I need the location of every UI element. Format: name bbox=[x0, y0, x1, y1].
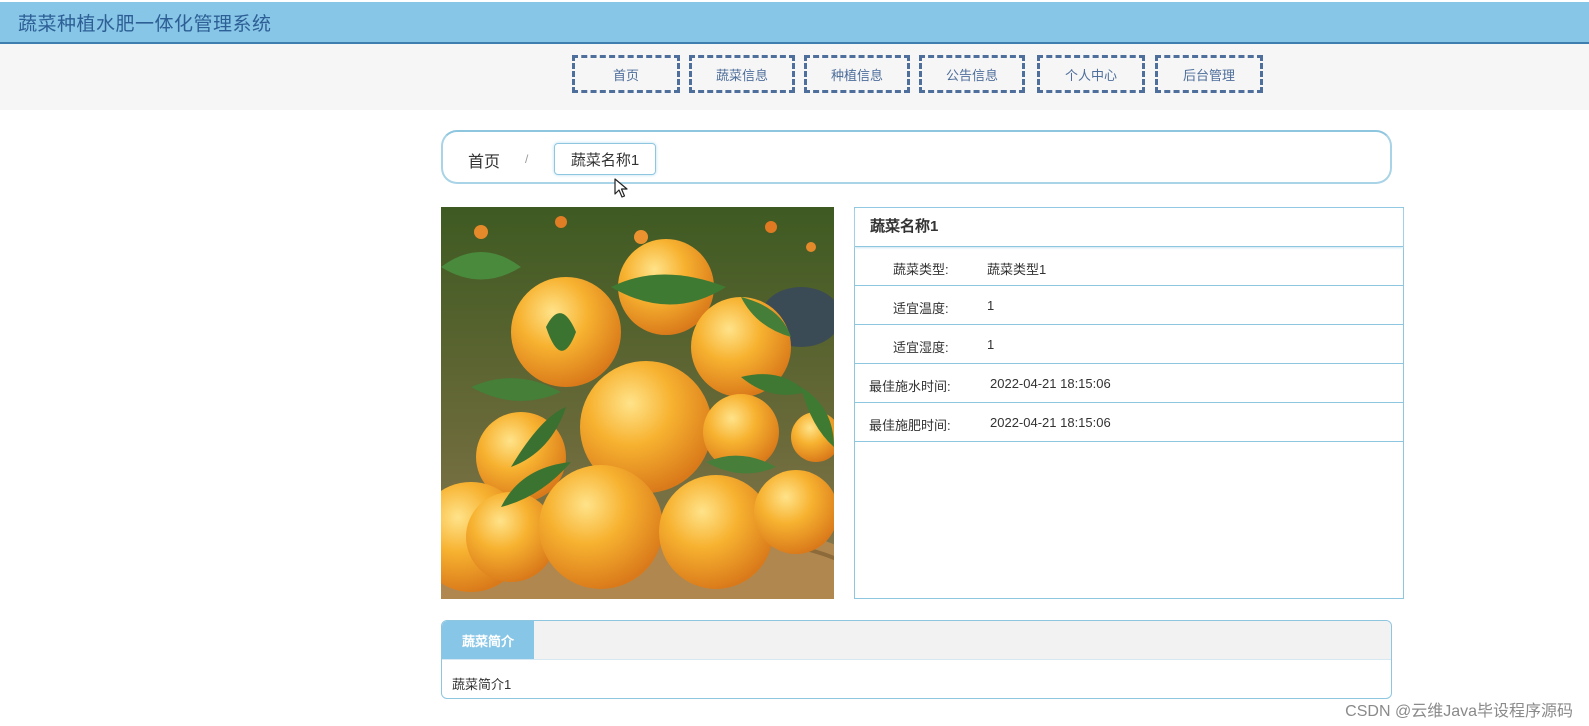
nav-item-personal-center[interactable]: 个人中心 bbox=[1037, 55, 1145, 93]
detail-row-fertilizing-time: 最佳施肥时间: 2022-04-21 18:15:06 bbox=[855, 403, 1403, 442]
detail-row-humidity: 适宜湿度: 1 bbox=[855, 325, 1403, 364]
detail-value: 2022-04-21 18:15:06 bbox=[990, 415, 1111, 430]
detail-value: 蔬菜类型1 bbox=[987, 262, 1047, 277]
app-title: 蔬菜种植水肥一体化管理系统 bbox=[18, 14, 272, 35]
tab-intro[interactable]: 蔬菜简介 bbox=[442, 621, 534, 659]
nav-item-admin[interactable]: 后台管理 bbox=[1155, 55, 1263, 93]
intro-content: 蔬菜简介1 bbox=[452, 677, 512, 692]
detail-value: 1 bbox=[987, 337, 995, 352]
breadcrumb: 首页 / 蔬菜名称1 bbox=[441, 130, 1392, 184]
nav-item-planting-info[interactable]: 种植信息 bbox=[804, 55, 910, 93]
detail-label: 适宜温度: bbox=[893, 301, 949, 316]
detail-panel: 蔬菜名称1 蔬菜类型: 蔬菜类型1 适宜温度: 1 适宜湿度: 1 最佳施水时间… bbox=[854, 207, 1404, 599]
detail-label: 蔬菜类型: bbox=[893, 262, 949, 277]
oranges-photo bbox=[441, 207, 834, 599]
detail-row-temperature: 适宜温度: 1 bbox=[855, 286, 1403, 325]
detail-value: 1 bbox=[987, 298, 995, 313]
nav-item-vegetable-info[interactable]: 蔬菜信息 bbox=[689, 55, 795, 93]
intro-tabbar: 蔬菜简介 bbox=[442, 621, 1391, 660]
detail-label: 适宜湿度: bbox=[893, 340, 949, 355]
nav-item-home[interactable]: 首页 bbox=[572, 55, 680, 93]
detail-title: 蔬菜名称1 bbox=[855, 208, 1403, 247]
breadcrumb-home-link[interactable]: 首页 bbox=[468, 148, 500, 172]
detail-label: 最佳施肥时间: bbox=[869, 418, 951, 433]
breadcrumb-current: 蔬菜名称1 bbox=[554, 143, 656, 175]
intro-panel: 蔬菜简介 蔬菜简介1 bbox=[441, 620, 1392, 699]
detail-row-watering-time: 最佳施水时间: 2022-04-21 18:15:06 bbox=[855, 364, 1403, 403]
detail-value: 2022-04-21 18:15:06 bbox=[990, 376, 1111, 391]
nav-item-announcements[interactable]: 公告信息 bbox=[919, 55, 1025, 93]
top-nav: 首页 蔬菜信息 种植信息 公告信息 个人中心 后台管理 bbox=[0, 44, 1589, 110]
breadcrumb-separator: / bbox=[525, 152, 529, 166]
detail-row-type: 蔬菜类型: 蔬菜类型1 bbox=[855, 247, 1403, 286]
app-header: 蔬菜种植水肥一体化管理系统 bbox=[0, 2, 1589, 44]
detail-label: 最佳施水时间: bbox=[869, 379, 951, 394]
mouse-pointer-icon bbox=[614, 178, 628, 198]
watermark: CSDN @云维Java毕设程序源码 bbox=[1345, 703, 1573, 720]
product-image bbox=[441, 207, 834, 599]
